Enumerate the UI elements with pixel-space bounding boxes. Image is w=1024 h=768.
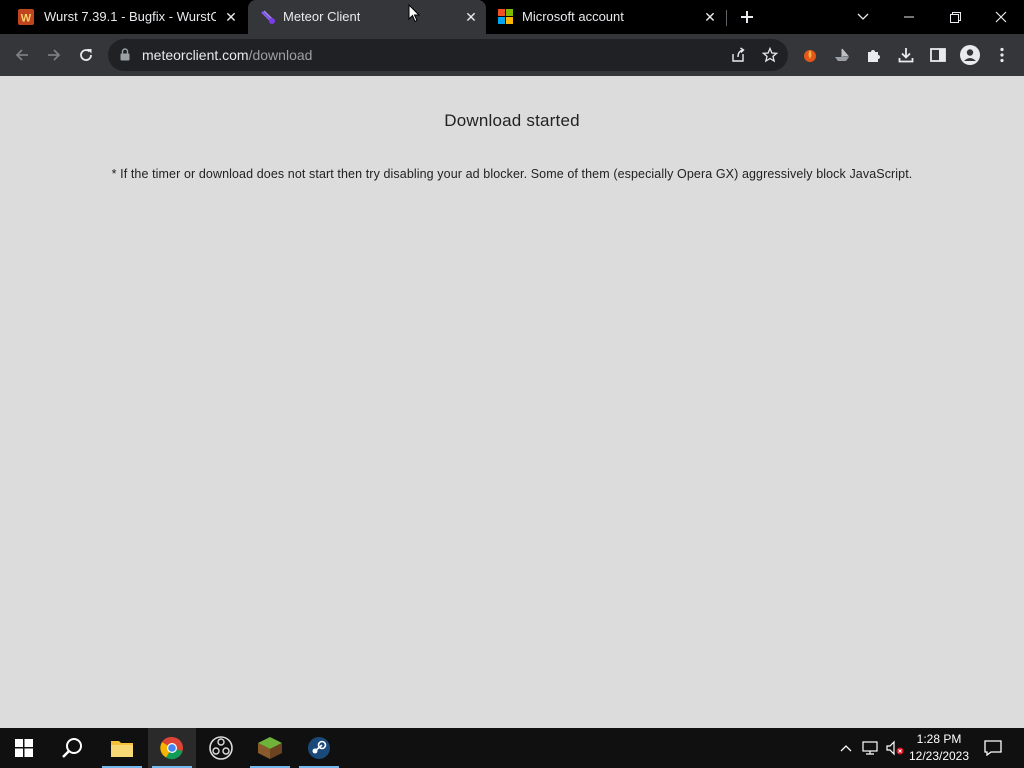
lock-icon[interactable] — [120, 48, 130, 66]
arrow-right-icon — [48, 49, 61, 61]
search-icon — [62, 738, 82, 758]
restore-icon — [949, 11, 961, 23]
start-button[interactable] — [0, 728, 48, 768]
minimize-button[interactable] — [886, 0, 932, 34]
taskbar-obs[interactable] — [197, 728, 245, 768]
extensions-puzzle-icon[interactable] — [862, 43, 886, 67]
clock-date: 12/23/2023 — [908, 749, 970, 763]
minimize-icon — [904, 16, 914, 18]
tab-title: Microsoft account — [522, 9, 624, 24]
clock-time: 1:28 PM — [916, 732, 962, 746]
obs-icon — [209, 736, 233, 760]
search-button[interactable] — [48, 728, 96, 768]
meteor-favicon-icon — [260, 9, 276, 25]
tab-strip: W Wurst 7.39.1 - Bugfix - WurstClie ✕ Me… — [0, 0, 1024, 34]
taskbar-chrome[interactable] — [148, 728, 196, 768]
tab-meteor[interactable]: Meteor Client ✕ — [248, 0, 486, 34]
microsoft-favicon-icon — [498, 9, 514, 25]
tab-wurst[interactable]: W Wurst 7.39.1 - Bugfix - WurstClie ✕ — [0, 0, 246, 34]
tab-title: Meteor Client — [283, 9, 361, 24]
show-hidden-icons-button[interactable] — [836, 728, 856, 768]
taskbar-file-explorer[interactable] — [98, 728, 146, 768]
mouse-cursor-icon — [408, 4, 421, 23]
taskbar-steam[interactable] — [295, 728, 343, 768]
menu-kebab-icon[interactable] — [990, 43, 1014, 67]
close-icon[interactable]: ✕ — [222, 8, 240, 26]
notifications-button[interactable] — [978, 728, 1008, 768]
notification-speech-bubble-icon — [984, 740, 1002, 756]
chrome-icon — [160, 736, 183, 760]
close-window-button[interactable] — [978, 0, 1024, 34]
ad-blocker-note: * If the timer or download does not star… — [111, 167, 913, 181]
plus-icon — [741, 11, 753, 23]
tab-microsoft[interactable]: Microsoft account ✕ — [488, 0, 726, 34]
restore-button[interactable] — [932, 0, 978, 34]
chevron-down-icon — [857, 13, 869, 20]
network-icon[interactable] — [860, 728, 882, 768]
extension-ship-icon[interactable] — [830, 43, 854, 67]
bookmark-star-icon[interactable] — [760, 45, 780, 65]
url-domain: meteorclient.com — [142, 47, 249, 63]
steam-icon — [308, 737, 330, 759]
close-icon[interactable]: ✕ — [462, 8, 480, 26]
taskbar-clock[interactable]: 1:28 PM 12/23/2023 — [904, 731, 974, 765]
reload-button[interactable] — [70, 39, 102, 71]
chevron-up-icon — [840, 745, 852, 752]
url-text[interactable]: meteorclient.com/download — [142, 47, 312, 63]
side-panel-icon[interactable] — [926, 43, 950, 67]
extension-fire-icon[interactable] — [798, 43, 822, 67]
downloads-icon[interactable] — [894, 43, 918, 67]
tab-search-button[interactable] — [840, 0, 886, 34]
new-tab-button[interactable] — [725, 0, 769, 34]
close-icon — [995, 11, 1007, 23]
arrow-left-icon — [15, 49, 28, 61]
minecraft-block-icon — [258, 737, 282, 759]
profile-avatar-icon[interactable] — [958, 43, 982, 67]
taskbar-minecraft-launcher[interactable] — [246, 728, 294, 768]
browser-toolbar: meteorclient.com/download — [0, 34, 1024, 76]
back-button[interactable] — [6, 39, 38, 71]
page-content: Download started * If the timer or downl… — [0, 76, 1024, 728]
windows-logo-icon — [15, 739, 33, 757]
windows-taskbar: 1:28 PM 12/23/2023 — [0, 728, 1024, 768]
forward-button[interactable] — [38, 39, 70, 71]
reload-icon — [80, 49, 92, 61]
volume-muted-icon[interactable] — [884, 728, 906, 768]
share-icon[interactable] — [728, 45, 748, 65]
wurst-favicon-icon: W — [18, 9, 34, 25]
url-path: /download — [248, 47, 313, 63]
tab-title: Wurst 7.39.1 - Bugfix - WurstClie — [44, 9, 216, 24]
close-icon[interactable]: ✕ — [701, 8, 719, 26]
address-bar[interactable]: meteorclient.com/download — [108, 39, 788, 71]
download-status-heading: Download started — [444, 111, 580, 130]
svg-text:W: W — [21, 13, 32, 25]
folder-icon — [111, 741, 133, 757]
